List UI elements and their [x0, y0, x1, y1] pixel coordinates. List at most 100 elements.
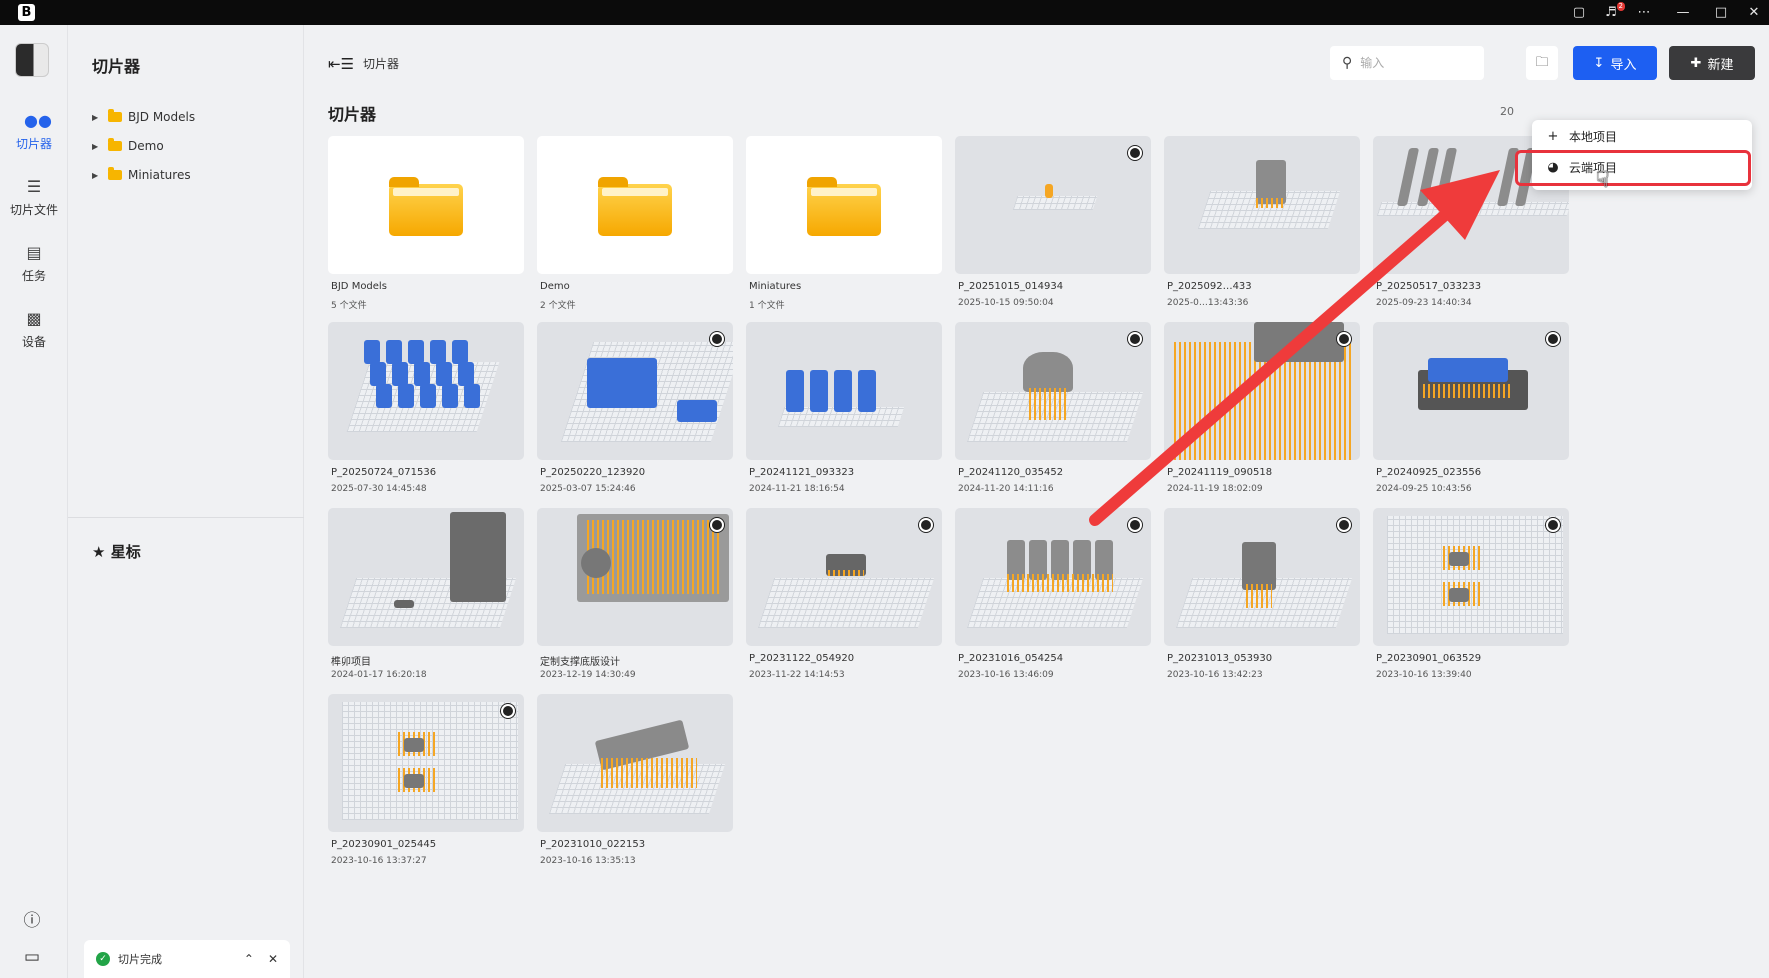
- model-shape: [404, 738, 424, 752]
- folder-icon: [598, 177, 672, 236]
- project-card[interactable]: 榫卯项目 2024-01-17 16:20:18: [328, 508, 524, 684]
- card-title: P_20231013_053930: [1167, 653, 1273, 664]
- card-title: P_2025092…433: [1167, 281, 1252, 292]
- tree-item-demo[interactable]: ▶ Demo: [92, 135, 164, 157]
- project-card[interactable]: P_2025092…433 2025-0…13:43:36: [1164, 136, 1360, 312]
- project-card[interactable]: 定制支撑底版设计 2023-12-19 14:30:49: [537, 508, 733, 684]
- check-circle-icon: ✓: [96, 952, 110, 966]
- model-shape: [386, 340, 402, 364]
- card-title: P_20230901_063529: [1376, 653, 1482, 664]
- tree-item-label: Miniatures: [128, 168, 191, 182]
- project-card[interactable]: P_20231013_053930 2023-10-16 13:42:23: [1164, 508, 1360, 684]
- card-subtitle: 2023-12-19 14:30:49: [540, 670, 636, 680]
- folder-card[interactable]: BJD Models 5 个文件: [328, 136, 524, 312]
- devices-switch-icon[interactable]: ▭: [20, 945, 44, 969]
- caret-right-icon[interactable]: ▶: [92, 113, 104, 122]
- project-card[interactable]: P_20230901_025445 2023-10-16 13:37:27: [328, 694, 524, 870]
- cloud-sync-icon: [1337, 332, 1351, 346]
- card-title: 榫卯项目: [331, 657, 371, 668]
- card-title: Demo: [540, 281, 570, 292]
- notification-bell-icon[interactable]: ♬ 2: [1600, 2, 1625, 22]
- nav-rail: ●● 切片器 ☰ 切片文件 ▤ 任务 ▩ 设备 ⓘ ▭: [0, 25, 68, 978]
- model-shape: [404, 774, 424, 788]
- caret-right-icon[interactable]: ▶: [92, 142, 104, 151]
- rail-item-slice-files[interactable]: ☰ 切片文件: [2, 169, 66, 225]
- card-subtitle: 2023-10-16 13:42:23: [1167, 670, 1263, 680]
- project-card[interactable]: P_20230901_063529 2023-10-16 13:39:40: [1373, 508, 1569, 684]
- slicer-icon: ●●: [24, 111, 52, 130]
- model-shape: [1396, 148, 1420, 206]
- folder-icon: [108, 167, 122, 180]
- new-label: 新建: [1707, 57, 1734, 73]
- search-icon: ⚲: [1342, 55, 1353, 71]
- more-icon[interactable]: ⋯: [1633, 3, 1655, 22]
- minimize-icon[interactable]: —: [1672, 3, 1694, 22]
- model-shape: [1449, 552, 1469, 566]
- model-shape: [436, 362, 452, 386]
- model-thumbnail: [1373, 508, 1569, 646]
- folder-card[interactable]: Miniatures 1 个文件: [746, 136, 942, 312]
- project-card[interactable]: P_20231010_022153 2023-10-16 13:35:13: [537, 694, 733, 870]
- feedback-icon[interactable]: ▢: [1568, 3, 1590, 22]
- folder-card[interactable]: Demo 2 个文件: [537, 136, 733, 312]
- new-button[interactable]: ✚ 新建: [1669, 46, 1755, 80]
- model-shape: [1434, 148, 1458, 206]
- model-shape: [394, 600, 414, 608]
- model-shape: [442, 384, 458, 408]
- cloud-sync-icon: [1128, 146, 1142, 160]
- project-card[interactable]: P_20241120_035452 2024-11-20 14:11:16: [955, 322, 1151, 498]
- project-card[interactable]: P_20241121_093323 2024-11-21 18:16:54: [746, 322, 942, 498]
- rail-item-devices[interactable]: ▩ 设备: [2, 301, 66, 357]
- folder-sidebar: 切片器 ▶ BJD Models ▶ Demo ▶ Miniatures ★ 星…: [68, 25, 304, 978]
- close-icon[interactable]: ✕: [268, 952, 278, 966]
- chevron-up-icon[interactable]: ⌃: [244, 952, 254, 966]
- close-window-icon[interactable]: ✕: [1743, 3, 1765, 22]
- card-subtitle: 2023-10-16 13:37:27: [331, 856, 427, 866]
- model-shape: [1023, 352, 1073, 392]
- project-card[interactable]: P_20250220_123920 2025-03-07 15:24:46: [537, 322, 733, 498]
- project-card[interactable]: P_20241119_090518 2024-11-19 18:02:09: [1164, 322, 1360, 498]
- card-title: P_20241119_090518: [1167, 467, 1273, 478]
- card-subtitle: 2 个文件: [540, 301, 576, 311]
- model-shape: [677, 400, 717, 422]
- rail-item-slicer[interactable]: ●● 切片器: [2, 103, 66, 159]
- folder-icon: [108, 109, 122, 122]
- project-card[interactable]: P_20240925_023556 2024-09-25 10:43:56: [1373, 322, 1569, 498]
- card-subtitle: 2025-07-30 14:45:48: [331, 484, 427, 494]
- collapse-sidebar-icon[interactable]: ⇤☰: [328, 55, 354, 73]
- folder-icon: [108, 138, 122, 151]
- card-title: 定制支撑底版设计: [540, 657, 620, 668]
- new-folder-button[interactable]: 🗀: [1526, 46, 1558, 80]
- search-box[interactable]: ⚲: [1330, 46, 1484, 80]
- model-shape: [414, 362, 430, 386]
- cloud-sync-icon: [1128, 332, 1142, 346]
- cloud-sync-icon: [1128, 518, 1142, 532]
- device-avatar[interactable]: [15, 43, 49, 77]
- tree-item-miniatures[interactable]: ▶ Miniatures: [92, 164, 191, 186]
- project-card[interactable]: P_20251015_014934 2025-10-15 09:50:04: [955, 136, 1151, 312]
- model-shape: [1045, 184, 1053, 198]
- rail-item-tasks[interactable]: ▤ 任务: [2, 235, 66, 291]
- folder-thumbnail: [537, 136, 733, 274]
- menu-item-local-project[interactable]: + 本地项目: [1546, 125, 1617, 147]
- folder-thumbnail: [746, 136, 942, 274]
- caret-right-icon[interactable]: ▶: [92, 171, 104, 180]
- project-card[interactable]: P_20231122_054920 2023-11-22 14:14:53: [746, 508, 942, 684]
- model-shape: [392, 362, 408, 386]
- support-structure: [1007, 574, 1113, 592]
- build-plate: [1387, 516, 1563, 634]
- starred-label: 星标: [110, 543, 141, 561]
- project-card[interactable]: P_20250724_071536 2025-07-30 14:45:48: [328, 322, 524, 498]
- maximize-icon[interactable]: □: [1710, 3, 1732, 22]
- card-subtitle: 2023-10-16 13:35:13: [540, 856, 636, 866]
- search-input[interactable]: [1360, 56, 1471, 70]
- sidebar-title: 切片器: [92, 57, 141, 76]
- model-shape: [408, 340, 424, 364]
- project-card[interactable]: P_20231016_054254 2023-10-16 13:46:09: [955, 508, 1151, 684]
- help-icon[interactable]: ⓘ: [20, 909, 44, 933]
- model-shape: [834, 370, 852, 412]
- model-shape: [581, 548, 611, 578]
- card-title: P_20231016_054254: [958, 653, 1064, 664]
- import-button[interactable]: ↧ 导入: [1573, 46, 1657, 80]
- tree-item-bjd-models[interactable]: ▶ BJD Models: [92, 106, 195, 128]
